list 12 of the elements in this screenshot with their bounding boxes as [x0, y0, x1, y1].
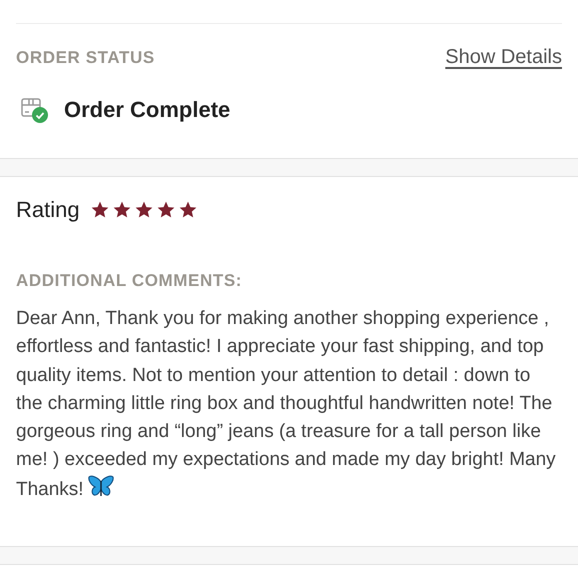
comments-heading: ADDITIONAL COMMENTS: [16, 271, 244, 291]
star-icon [90, 200, 110, 220]
star-icon [156, 200, 176, 220]
review-comment: Dear Ann, Thank you for making another shopping experience , effortless and fantastic! I appreciate your fast shipping, and top quality items. Not to mention your attention to detail : down to the charming little ring box and thoughtful handwritten note! The gorgeous ring and “long” jeans (a treasure for a tall person like me! ) exceeded my expectations and made my day bright! Many Thanks! [16, 307, 557, 502]
star-icon [112, 200, 132, 220]
star-icon [134, 200, 154, 220]
star-icon [178, 200, 198, 220]
show-details-link[interactable]: Show Details [445, 46, 562, 69]
order-status: Order Complete [64, 97, 230, 123]
section-heading: ORDER STATUS [16, 48, 155, 68]
rating-label: Rating [16, 197, 80, 223]
butterfly-icon [88, 474, 114, 499]
